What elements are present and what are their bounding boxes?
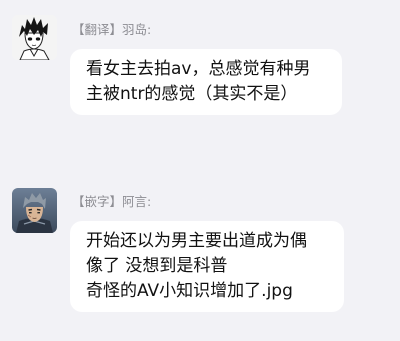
message-line: 开始还以为男主要出道成为偶 — [86, 231, 307, 251]
avatar[interactable] — [12, 15, 57, 60]
message-line: 主被ntr的感觉（其实不是） — [86, 84, 298, 104]
message-line: 像了 没想到是科普 — [86, 256, 228, 276]
sender-name: 【嵌字】阿言: — [72, 194, 152, 209]
message-line: 看女主去拍av，总感觉有种男 — [86, 59, 311, 79]
manga-boy-avatar-icon — [12, 15, 57, 60]
avatar[interactable] — [12, 188, 57, 233]
sender-name: 【翻译】羽岛: — [72, 22, 152, 37]
message-line: 奇怪的AV小知识增加了.jpg — [86, 281, 293, 301]
message-bubble[interactable]: 开始还以为男主要出道成为偶 像了 没想到是科普 奇怪的AV小知识增加了.jpg — [70, 221, 344, 312]
armored-man-avatar-icon — [12, 188, 57, 233]
message-bubble[interactable]: 看女主去拍av，总感觉有种男 主被ntr的感觉（其实不是） — [70, 49, 342, 115]
